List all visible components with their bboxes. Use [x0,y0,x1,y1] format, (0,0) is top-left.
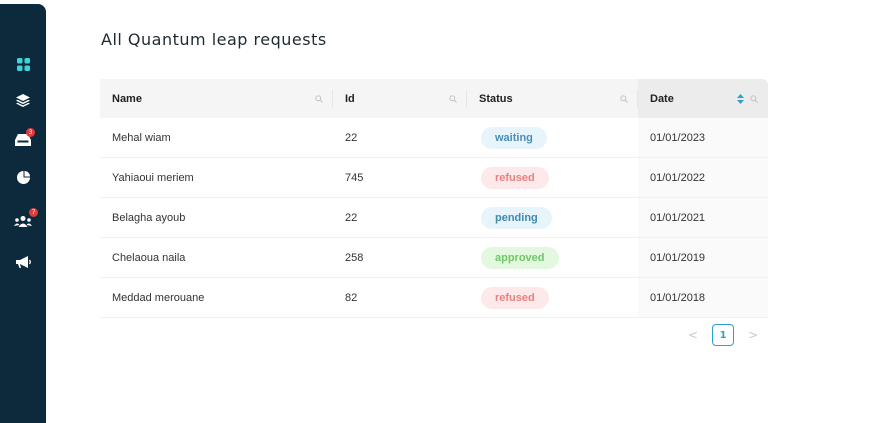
layers-icon [16,93,30,107]
column-divider [466,89,467,108]
cell-id: 745 [333,157,467,198]
column-header-label: Date [650,92,674,105]
users-badge: 7 [29,208,38,217]
sidebar-item-layers[interactable] [11,90,35,110]
cell-status: pending [467,197,638,238]
table-row[interactable]: Meddad merouane 82 refused 01/01/2018 [100,277,768,318]
column-header-label: Name [112,92,142,105]
column-header-name: Name [100,79,333,118]
status-badge: waiting [481,126,547,149]
cell-name: Mehal wiam [100,118,333,158]
column-divider [637,89,638,108]
cell-name: Chelaoua naila [100,237,333,278]
sidebar-item-dashboard[interactable] [11,54,35,74]
previous-page-button[interactable]: < [688,328,698,342]
column-header-id: Id [333,79,467,118]
cell-status: approved [467,237,638,278]
cell-status: refused [467,277,638,318]
pie-chart-icon [16,170,30,184]
table-row[interactable]: Yahiaoui meriem 745 refused 01/01/2022 [100,157,768,198]
sort-icon[interactable] [737,93,744,104]
search-icon[interactable] [315,94,323,103]
column-header-date: Date [638,79,768,118]
cell-id: 258 [333,237,467,278]
sidebar-item-inbox[interactable]: 3 [11,128,35,150]
column-header-label: Id [345,92,355,105]
column-header-label: Status [479,92,513,105]
page-title: All Quantum leap requests [101,30,327,49]
sidebar-item-users[interactable]: 7 [11,208,38,231]
cell-date: 01/01/2018 [638,277,768,318]
cell-date: 01/01/2023 [638,118,768,158]
inbox-badge: 3 [26,128,35,137]
sidebar: 3 7 [0,4,46,423]
cell-id: 22 [333,197,467,238]
search-icon[interactable] [449,94,457,103]
cell-date: 01/01/2022 [638,157,768,198]
status-badge: approved [481,246,559,269]
table-row[interactable]: Chelaoua naila 258 approved 01/01/2019 [100,237,768,278]
column-divider [332,89,333,108]
cell-name: Belagha ayoub [100,197,333,238]
table-row[interactable]: Mehal wiam 22 waiting 01/01/2023 [100,118,768,158]
cell-date: 01/01/2019 [638,237,768,278]
status-badge: pending [481,206,552,229]
pagination: < 1 > [688,324,758,346]
cell-name: Yahiaoui meriem [100,157,333,198]
search-icon[interactable] [620,94,628,103]
next-page-button[interactable]: > [748,328,758,342]
users-icon [14,216,32,227]
cell-status: waiting [467,118,638,158]
cell-status: refused [467,157,638,198]
table-row[interactable]: Belagha ayoub 22 pending 01/01/2021 [100,197,768,238]
cell-name: Meddad merouane [100,277,333,318]
sidebar-item-reports[interactable] [11,167,35,187]
cell-id: 82 [333,277,467,318]
cell-id: 22 [333,118,467,158]
column-header-status: Status [467,79,638,118]
megaphone-icon [15,256,31,268]
table-header-row: Name Id Status Date [100,79,768,118]
search-icon[interactable] [750,94,758,103]
page-button-current[interactable]: 1 [712,324,735,346]
dashboard-grid-icon [16,57,30,71]
status-badge: refused [481,286,549,309]
status-badge: refused [481,166,549,189]
sidebar-item-announcements[interactable] [11,252,35,272]
requests-table: Name Id Status Date Mehal wiam 22 waitin… [100,79,768,318]
cell-date: 01/01/2021 [638,197,768,238]
